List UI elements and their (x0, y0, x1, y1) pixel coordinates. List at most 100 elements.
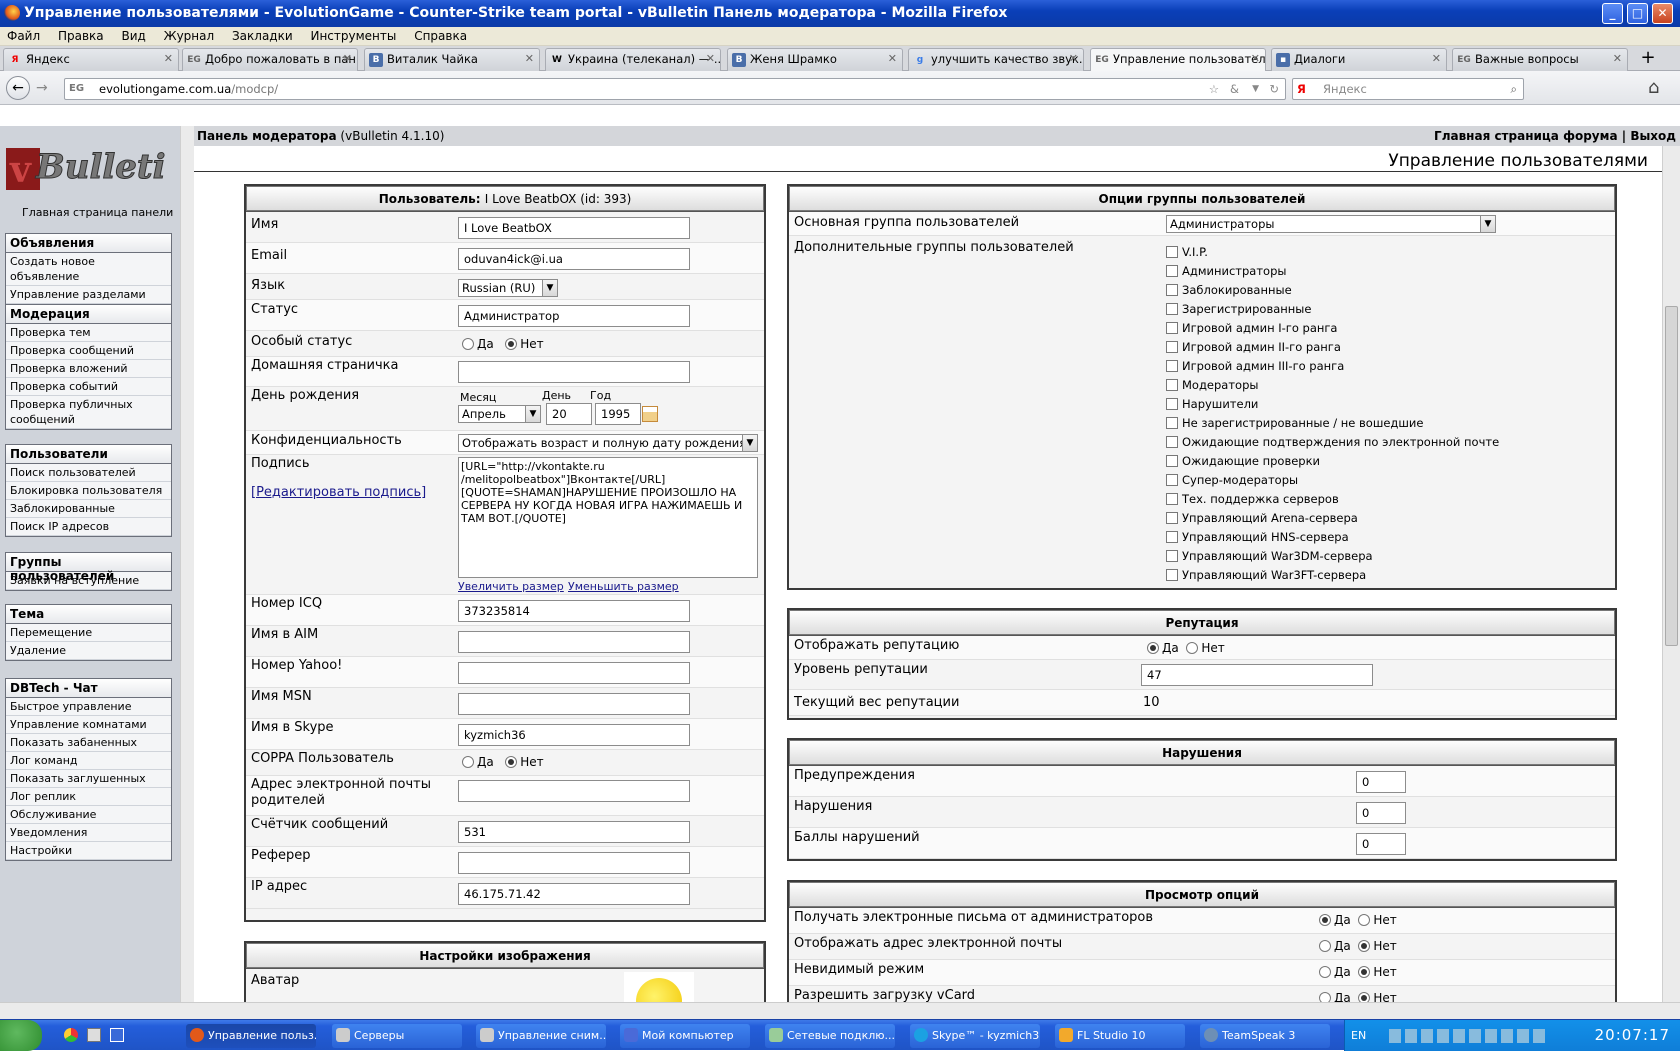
checkbox[interactable] (1166, 417, 1178, 429)
show-reputation-yes-radio[interactable] (1147, 642, 1159, 654)
sidebar-item-ip-search[interactable]: Поиск IP адресов (6, 518, 171, 536)
share-icon[interactable]: & (1230, 79, 1239, 99)
status-input[interactable]: Администратор (458, 305, 690, 327)
menu-history[interactable]: Журнал (157, 27, 222, 46)
sidebar-item-search-users[interactable]: Поиск пользователей (6, 464, 171, 482)
checkbox[interactable] (1166, 550, 1178, 562)
sidebar-item-show-silenced[interactable]: Показать заглушенных (6, 770, 171, 788)
sidebar-item-join-requests[interactable]: Заявки на вступление (6, 572, 171, 590)
sidebar-scrollbar[interactable] (180, 126, 194, 1006)
sidebar-item-shout-log[interactable]: Лог реплик (6, 788, 171, 806)
checkbox[interactable] (1166, 265, 1178, 277)
birth-month-select[interactable]: Апрель ▼ (458, 405, 541, 423)
tab-close-icon[interactable]: ✕ (1613, 52, 1622, 65)
sidebar-item-quick-manage[interactable]: Быстрое управление (6, 698, 171, 716)
usergroup-checkbox-item[interactable]: Игровой админ II-го ранга (1166, 340, 1341, 354)
checkbox[interactable] (1166, 474, 1178, 486)
infraction-points-input[interactable]: 0 (1356, 833, 1406, 855)
edit-signature-link[interactable]: [Редактировать подпись] (251, 485, 426, 500)
menu-edit[interactable]: Правка (51, 27, 111, 46)
admin-emails-no-radio[interactable] (1358, 914, 1371, 926)
menu-tools[interactable]: Инструменты (303, 27, 403, 46)
special-status-no-radio[interactable] (505, 338, 518, 350)
usergroup-checkbox-item[interactable]: Игровой админ III-го ранга (1166, 359, 1344, 373)
reload-icon[interactable]: ↻ (1269, 79, 1279, 99)
checkbox[interactable] (1166, 322, 1178, 334)
primary-group-select[interactable]: Администраторы ▼ (1166, 215, 1496, 233)
sidebar-item-manage-forums[interactable]: Управление разделами (6, 286, 171, 304)
usergroup-checkbox-item[interactable]: Модераторы (1166, 378, 1258, 392)
menu-bookmarks[interactable]: Закладки (225, 27, 300, 46)
scrollbar-thumb[interactable] (1665, 306, 1678, 646)
usergroup-checkbox-item[interactable]: Супер-модераторы (1166, 473, 1298, 487)
minimize-button[interactable]: _ (1602, 3, 1623, 24)
infractions-input[interactable]: 0 (1356, 802, 1406, 824)
homepage-input[interactable] (458, 361, 690, 383)
usergroup-checkbox-item[interactable]: Заблокированные (1166, 283, 1292, 297)
usergroup-checkbox-item[interactable]: Зарегистрированные (1166, 302, 1311, 316)
coppa-yes-radio[interactable] (462, 756, 474, 768)
sidebar-item-delete[interactable]: Удаление (6, 642, 171, 660)
sidebar-item-show-banned[interactable]: Показать забаненных (6, 734, 171, 752)
usergroup-checkbox-item[interactable]: Управляющий Arena-сервера (1166, 511, 1358, 525)
email-input[interactable]: oduvan4ick@i.ua (458, 248, 690, 270)
invisible-no-radio[interactable] (1358, 966, 1371, 978)
tab-ukraina[interactable]: W Украина (телеканал) — ... ✕ (545, 48, 721, 71)
checkbox[interactable] (1166, 455, 1178, 467)
icq-input[interactable]: 373235814 (458, 600, 690, 622)
sidebar-item-new-announcement[interactable]: Создать новое объявление (6, 253, 171, 286)
quick-launch-icon[interactable] (87, 1028, 101, 1042)
tab-zhenya[interactable]: В Женя Шрамко ✕ (727, 48, 903, 71)
sidebar-item-notifications[interactable]: Уведомления (6, 824, 171, 842)
language-select[interactable]: Russian (RU) ▼ (458, 279, 558, 297)
forum-home-link[interactable]: Главная страница форума (1434, 129, 1618, 143)
usergroup-checkbox-item[interactable]: Ожидающие проверки (1166, 454, 1320, 468)
admin-emails-yes-radio[interactable] (1319, 914, 1331, 926)
checkbox[interactable] (1166, 360, 1178, 372)
sidebar-item-ban-user[interactable]: Блокировка пользователя (6, 482, 171, 500)
warnings-input[interactable]: 0 (1356, 771, 1406, 793)
logout-link[interactable]: Выход (1630, 129, 1676, 143)
usergroup-checkbox-item[interactable]: V.I.P. (1166, 245, 1208, 259)
language-indicator[interactable]: EN (1351, 1020, 1366, 1051)
back-button[interactable]: ← (6, 76, 30, 100)
tab-important[interactable]: EG Важные вопросы ✕ (1452, 48, 1628, 71)
menu-file[interactable]: Файл (0, 27, 47, 46)
checkbox[interactable] (1166, 531, 1178, 543)
invisible-yes-radio[interactable] (1319, 966, 1331, 978)
forward-button[interactable]: → (36, 80, 48, 96)
sidebar-item-banned[interactable]: Заблокированные (6, 500, 171, 518)
sidebar-item-moderate-events[interactable]: Проверка событий (6, 378, 171, 396)
tab-google[interactable]: g улучшить качество звук... ✕ (908, 48, 1084, 71)
show-reputation-no-radio[interactable] (1186, 642, 1199, 654)
menu-help[interactable]: Справка (407, 27, 474, 46)
tab-yandex[interactable]: Я Яндекс ✕ (3, 48, 179, 71)
quick-launch-icon[interactable] (110, 1028, 124, 1042)
parent-email-input[interactable] (458, 780, 690, 802)
chrome-icon[interactable] (64, 1028, 78, 1042)
close-window-button[interactable]: ✕ (1652, 3, 1673, 24)
dropdown-icon[interactable]: ▼ (1252, 79, 1259, 99)
taskbar-item-my-computer[interactable]: Мой компьютер (620, 1024, 750, 1048)
checkbox[interactable] (1166, 341, 1178, 353)
special-status-yes-radio[interactable] (462, 338, 474, 350)
checkbox[interactable] (1166, 436, 1178, 448)
reputation-level-input[interactable]: 47 (1141, 664, 1373, 686)
sidebar-item-maintenance[interactable]: Обслуживание (6, 806, 171, 824)
sidebar-item-move[interactable]: Перемещение (6, 624, 171, 642)
tab-close-icon[interactable]: ✕ (343, 52, 352, 65)
tab-close-icon[interactable]: ✕ (1069, 52, 1078, 65)
coppa-no-radio[interactable] (505, 756, 518, 768)
usergroup-checkbox-item[interactable]: Нарушители (1166, 397, 1258, 411)
checkbox[interactable] (1166, 284, 1178, 296)
signature-textarea[interactable]: [URL="http://vkontakte.ru /melitopolbeat… (458, 457, 758, 578)
yahoo-input[interactable] (458, 662, 690, 684)
tab-dialogs[interactable]: ▪ Диалоги ✕ (1271, 48, 1447, 71)
ip-input[interactable]: 46.175.71.42 (458, 883, 690, 905)
tab-close-icon[interactable]: ✕ (706, 52, 715, 65)
tab-close-icon[interactable]: ✕ (164, 52, 173, 65)
taskbar-item-snapshots[interactable]: Управление сним... (476, 1024, 606, 1048)
sidebar-item-moderate-threads[interactable]: Проверка тем (6, 324, 171, 342)
taskbar-item-fl-studio[interactable]: FL Studio 10 (1055, 1024, 1185, 1048)
checkbox[interactable] (1166, 379, 1178, 391)
